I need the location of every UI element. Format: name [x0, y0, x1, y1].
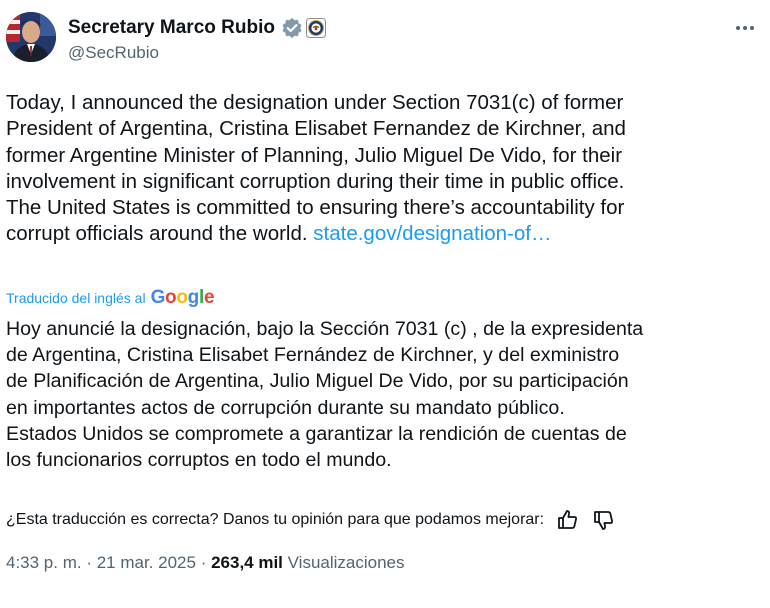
meta-separator: · [195, 553, 212, 572]
state-department-seal-icon[interactable] [305, 18, 326, 38]
thumbs-up-icon[interactable] [556, 508, 580, 532]
tweet-meta: 4:33 p. m. · 21 mar. 2025 · 263,4 mil Vi… [6, 553, 405, 573]
tweet-text: Today, I announced the designation under… [6, 90, 736, 248]
google-logo-letter: e [203, 287, 215, 308]
feedback-question: ¿Esta traducción es correcta? Danos tu o… [6, 511, 545, 528]
translation-feedback: ¿Esta traducción es correcta? Danos tu o… [6, 507, 766, 533]
author-display-name[interactable]: Secretary Marco Rubio [68, 17, 275, 39]
author-handle[interactable]: @SecRubio [68, 43, 326, 63]
author-names: Secretary Marco Rubio @SecRubio [68, 16, 326, 63]
thumbs-down-icon[interactable] [592, 508, 616, 532]
google-logo-letter: g [187, 287, 200, 308]
translated-by-notice[interactable]: Traducido del inglés al Google [6, 287, 215, 309]
translated-text: Hoy anuncié la designación, bajo la Secc… [6, 318, 644, 472]
more-options-icon[interactable] [732, 18, 758, 38]
tweet-link[interactable]: state.gov/designation-of… [313, 222, 551, 245]
google-logo-letter: o [165, 287, 177, 308]
avatar[interactable] [6, 12, 56, 62]
tweet-header: Secretary Marco Rubio @SecRubio [6, 12, 764, 72]
views-count: 263,4 mil [211, 553, 283, 572]
meta-separator: · [81, 553, 97, 572]
translated-by-label: Traducido del inglés al [6, 290, 146, 306]
google-logo-letter: G [150, 287, 166, 308]
tweet-date[interactable]: 21 mar. 2025 [97, 553, 196, 573]
verified-badge-icon[interactable] [281, 17, 303, 39]
google-logo: Google [151, 287, 215, 309]
views-label[interactable]: Visualizaciones [288, 553, 405, 573]
google-logo-letter: o [176, 287, 188, 308]
tweet-time[interactable]: 4:33 p. m. [6, 553, 82, 573]
